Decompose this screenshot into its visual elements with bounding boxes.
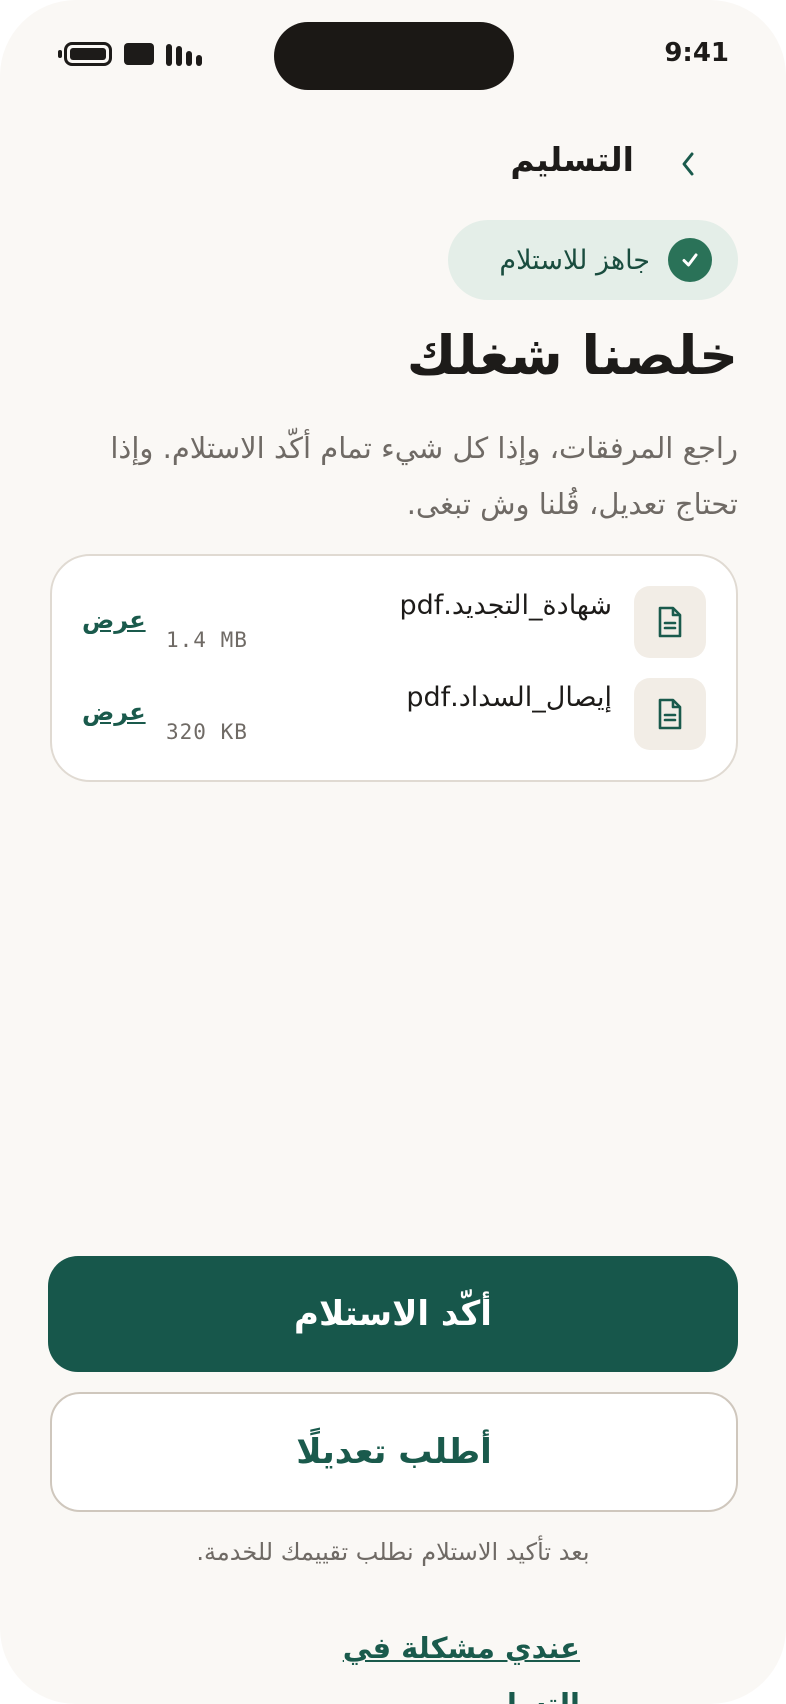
confirm-receipt-button[interactable]: أكّد الاستلام <box>48 1256 738 1372</box>
status-bar: 9:41 <box>0 0 786 110</box>
view-attachment-link[interactable]: عرض <box>82 606 146 634</box>
attachments-card: شهادة_التجديد.pdf 1.4 MB عرض إيصال_السدا… <box>50 554 738 782</box>
screen-header: التسليم <box>0 130 786 198</box>
document-icon <box>634 678 706 750</box>
dynamic-island <box>274 22 514 90</box>
report-problem-link[interactable]: عندي مشكلة في التسليم <box>320 1620 580 1704</box>
back-button[interactable] <box>676 148 700 180</box>
signal-icon <box>166 42 204 66</box>
rating-note: بعد تأكيد الاستلام نطلب تقييمك للخدمة. <box>196 1538 590 1566</box>
ready-status-label: جاهز للاستلام <box>499 244 650 276</box>
check-icon <box>668 238 712 282</box>
attachment-file-name: شهادة_التجديد.pdf <box>399 590 612 621</box>
status-time: 9:41 <box>664 38 729 68</box>
battery-icon <box>58 42 112 66</box>
wifi-icon <box>124 43 154 65</box>
attachment-file-name: إيصال_السداد.pdf <box>406 682 612 713</box>
chevron-left-icon <box>682 152 694 176</box>
screen-title: التسليم <box>510 140 634 179</box>
request-revision-button[interactable]: أطلب تعديلًا <box>50 1392 738 1512</box>
attachment-file-size: 320 KB <box>166 720 248 744</box>
phone-screen: 9:41 التسليم جاهز للاستلام خلصنا شغلك را… <box>0 0 786 1704</box>
page-title: خلصنا شغلك <box>406 324 738 387</box>
attachment-item: إيصال_السداد.pdf 320 KB عرض <box>52 678 736 756</box>
view-attachment-link[interactable]: عرض <box>82 698 146 726</box>
attachment-file-size: 1.4 MB <box>166 628 248 652</box>
page-description: راجع المرفقات، وإذا كل شيء تمام أكّد الا… <box>110 431 738 521</box>
ready-status-badge: جاهز للاستلام <box>448 220 738 300</box>
attachment-item: شهادة_التجديد.pdf 1.4 MB عرض <box>52 586 736 664</box>
document-icon <box>634 586 706 658</box>
